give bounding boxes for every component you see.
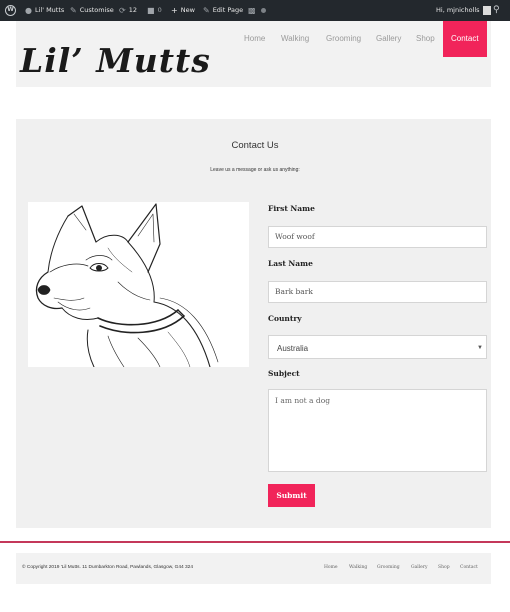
nav-gallery[interactable]: Gallery	[376, 21, 401, 57]
footer-nav-home[interactable]: Home	[324, 565, 338, 570]
site-name-link[interactable]: ● Lil' Mutts	[25, 0, 64, 21]
plugin-icon[interactable]: ▩	[248, 0, 256, 21]
country-label: Country	[268, 314, 302, 323]
dashboard-icon: ●	[25, 6, 32, 15]
edit-page-link[interactable]: ✎ Edit Page	[203, 0, 243, 21]
customise-link[interactable]: ✎ Customise	[70, 0, 114, 21]
wordpress-logo-icon[interactable]: W	[5, 0, 16, 21]
nav-walking[interactable]: Walking	[281, 21, 309, 57]
pencil-icon: ✎	[203, 6, 210, 15]
nav-contact[interactable]: Contact	[443, 21, 487, 57]
comments-link[interactable]: ■ 0	[147, 0, 162, 21]
dog-sketch-image	[28, 202, 249, 367]
last-name-label: Last Name	[268, 259, 313, 268]
site-header: Lil’ Mutts Home Walking Grooming Gallery…	[16, 21, 491, 87]
chevron-down-icon: ▼	[477, 345, 483, 351]
footer-nav-contact[interactable]: Contact	[460, 565, 478, 570]
new-content-link[interactable]: + New	[171, 0, 195, 21]
subject-label: Subject	[268, 369, 300, 378]
last-name-input[interactable]: Bark bark	[268, 281, 487, 303]
refresh-icon: ⟳	[119, 6, 126, 15]
search-icon[interactable]: ⚲	[493, 0, 500, 21]
subject-textarea[interactable]: I am not a dog	[268, 389, 487, 472]
first-name-label: First Name	[268, 204, 315, 213]
nav-home[interactable]: Home	[244, 21, 265, 57]
first-name-input[interactable]: Woof woof	[268, 226, 487, 248]
country-select[interactable]: Australia ▼	[268, 335, 487, 359]
page-title: Contact Us	[231, 140, 279, 151]
footer-nav-gallery[interactable]: Gallery	[411, 565, 428, 570]
footer-divider	[0, 541, 510, 543]
status-dot-icon	[261, 0, 266, 21]
comment-icon: ■	[147, 6, 155, 15]
plus-icon: +	[171, 6, 178, 15]
country-value: Australia	[277, 344, 309, 353]
site-footer: © Copyright 2019 'Lil Mutts. 11 Dumbarkt…	[16, 553, 491, 584]
user-account-link[interactable]: Hi, mjnicholls	[436, 0, 491, 21]
page-subtitle: Leave us a message or ask us anything:	[210, 167, 300, 173]
site-logo[interactable]: Lil’ Mutts	[20, 41, 211, 80]
brush-icon: ✎	[70, 6, 77, 15]
nav-shop[interactable]: Shop	[416, 21, 435, 57]
nav-grooming[interactable]: Grooming	[326, 21, 361, 57]
copyright-text: © Copyright 2019 'Lil Mutts. 11 Dumbarkt…	[22, 565, 194, 570]
submit-button[interactable]: Submit	[268, 484, 315, 507]
admin-bar: W ● Lil' Mutts ✎ Customise ⟳ 12 ■ 0 + New ✎ Ed…	[0, 0, 510, 21]
updates-link[interactable]: ⟳ 12	[119, 0, 137, 21]
avatar	[482, 6, 491, 15]
footer-nav-grooming[interactable]: Grooming	[377, 565, 400, 570]
footer-nav-walking[interactable]: Walking	[349, 565, 367, 570]
footer-nav-shop[interactable]: Shop	[438, 565, 450, 570]
